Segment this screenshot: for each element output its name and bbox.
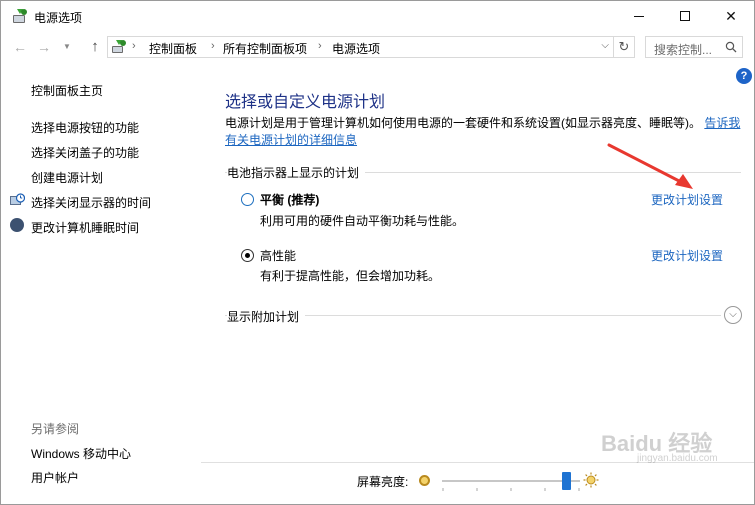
back-button[interactable]: ← — [12, 38, 28, 56]
plan-balanced-name[interactable]: 平衡 (推荐) — [260, 191, 319, 208]
page-title: 选择或自定义电源计划 — [225, 94, 386, 111]
power-options-icon — [13, 9, 27, 23]
brightness-slider-ticks — [442, 488, 580, 491]
refresh-icon: ↻ — [618, 39, 630, 54]
address-bar[interactable]: › 控制面板 › 所有控制面板项 › 电源选项 ⌵ — [107, 36, 614, 58]
brightness-slider-track[interactable] — [442, 480, 580, 482]
sidebar-home-link[interactable]: 控制面板主页 — [31, 82, 103, 99]
search-icon — [725, 41, 737, 53]
brightness-label: 屏幕亮度: — [357, 475, 409, 489]
address-dropdown-icon[interactable]: ⌵ — [601, 40, 609, 51]
plan-balanced-radio[interactable] — [241, 193, 254, 206]
breadcrumb-separator[interactable]: › — [132, 40, 136, 52]
see-also-mobility-center[interactable]: Windows 移动中心 — [31, 445, 131, 462]
battery-plans-heading: 电池指示器上显示的计划 — [227, 164, 366, 181]
sidebar-item-create-plan[interactable]: 创建电源计划 — [31, 169, 103, 186]
plan-high-performance-name[interactable]: 高性能 — [260, 247, 296, 264]
plan-high-performance-change-settings-link[interactable]: 更改计划设置 — [651, 247, 723, 264]
brightness-high-icon — [583, 472, 599, 488]
window-title: 电源选项 — [34, 11, 83, 25]
help-icon[interactable]: ? — [736, 68, 752, 84]
forward-button[interactable]: → — [36, 38, 52, 56]
display-clock-icon — [10, 193, 25, 205]
breadcrumb-control-panel[interactable]: 控制面板 — [149, 40, 197, 57]
brightness-slider-thumb[interactable] — [562, 472, 572, 490]
navigation-bar: ← → ▼ ↑ › 控制面板 › 所有控制面板项 › 电源选项 ⌵ ↻ 搜索控制… — [1, 33, 754, 61]
watermark-url: jingyan.baidu.com — [637, 453, 718, 464]
chevron-down-icon: ▼ — [63, 42, 71, 51]
see-also-heading: 另请参阅 — [31, 422, 80, 436]
plan-high-performance-description: 有利于提高性能，但会增加功耗。 — [260, 269, 441, 283]
maximize-button[interactable] — [662, 1, 708, 31]
forward-arrow-icon: → — [37, 39, 51, 55]
sidebar-item-sleep[interactable]: 更改计算机睡眠时间 — [31, 219, 139, 236]
show-additional-plans-toggle[interactable]: 显示附加计划 — [227, 308, 306, 325]
maximize-icon — [680, 11, 690, 21]
breadcrumb-power-options[interactable]: 电源选项 — [332, 40, 380, 57]
brightness-low-icon — [419, 475, 430, 486]
sidebar-item-power-button[interactable]: 选择电源按钮的功能 — [31, 119, 139, 136]
plan-balanced-description: 利用可用的硬件自动平衡功耗与性能。 — [260, 214, 465, 228]
breadcrumb-all-items[interactable]: 所有控制面板项 — [223, 40, 307, 57]
close-icon: ✕ — [725, 7, 737, 24]
search-placeholder: 搜索控制... — [654, 43, 713, 57]
minimize-button[interactable] — [616, 1, 662, 31]
recent-locations-button[interactable]: ▼ — [59, 38, 75, 56]
breadcrumb-separator[interactable]: › — [211, 40, 215, 52]
annotation-arrow-icon — [607, 143, 693, 189]
refresh-button[interactable]: ↻ — [614, 36, 635, 58]
see-also-user-accounts[interactable]: 用户帐户 — [31, 469, 79, 486]
back-arrow-icon: ← — [13, 39, 27, 55]
power-options-window: 电源选项 ✕ ← → ▼ ↑ › 控制面板 › 所有控制面板项 › 电源选项 ⌵… — [0, 0, 755, 505]
close-button[interactable]: ✕ — [708, 1, 754, 31]
description-text: 电源计划是用于管理计算机如何使用电源的一套硬件和系统设置(如显示器亮度、睡眠等)… — [225, 116, 701, 130]
control-panel-icon — [112, 40, 126, 53]
title-bar: 电源选项 ✕ — [1, 1, 754, 31]
plan-high-performance-radio[interactable] — [241, 249, 254, 262]
up-arrow-icon: ↑ — [91, 38, 99, 55]
up-button[interactable]: ↑ — [87, 38, 103, 56]
breadcrumb-separator[interactable]: › — [318, 40, 322, 52]
minimize-icon — [634, 15, 644, 17]
chevron-down-icon[interactable]: ⌵ — [724, 306, 742, 324]
sleep-moon-icon — [10, 218, 24, 232]
sidebar-item-display-off[interactable]: 选择关闭显示器的时间 — [31, 194, 151, 211]
search-input[interactable]: 搜索控制... — [645, 36, 743, 58]
sidebar-item-lid[interactable]: 选择关闭盖子的功能 — [31, 144, 139, 161]
